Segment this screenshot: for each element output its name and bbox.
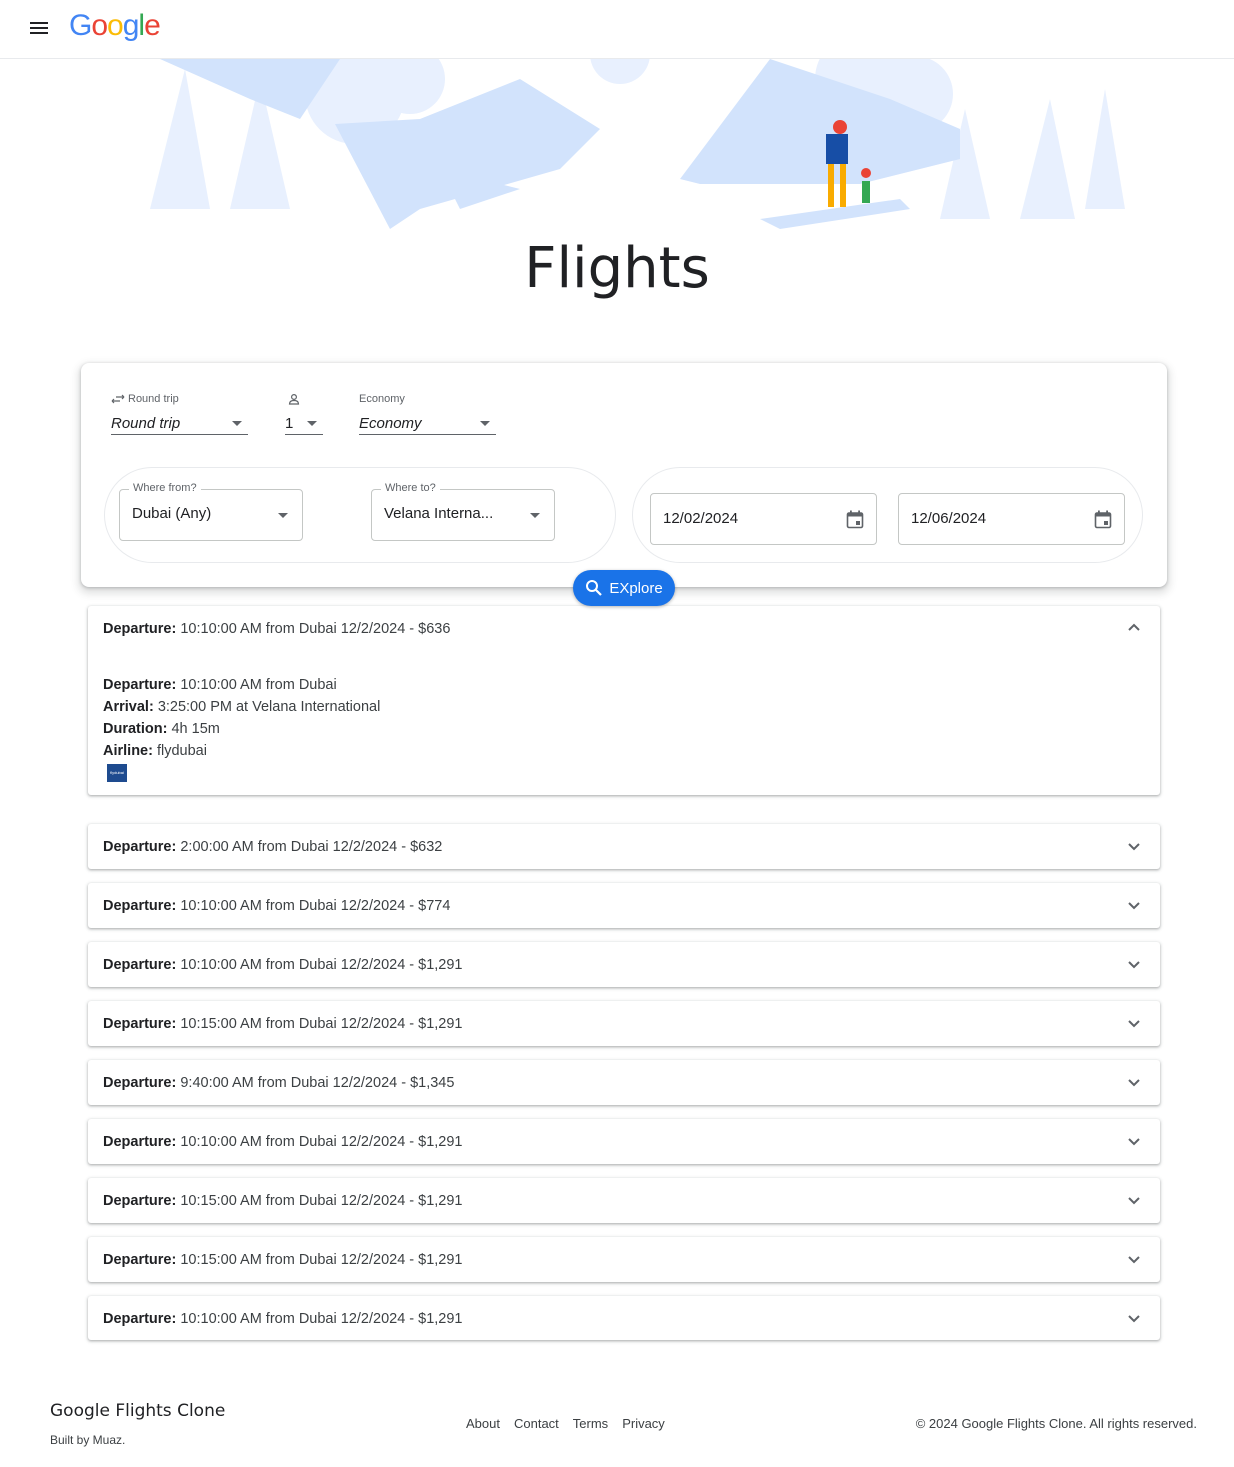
cabin-class-value: Economy: [359, 414, 422, 432]
flight-summary[interactable]: Departure: 10:10:00 AM from Dubai 12/2/2…: [103, 1119, 463, 1164]
chevron-down-icon[interactable]: [1128, 1018, 1140, 1028]
flight-summary[interactable]: Departure: 2:00:00 AM from Dubai 12/2/20…: [103, 824, 442, 869]
chevron-down-icon[interactable]: [1128, 900, 1140, 910]
footer-links: About Contact Terms Privacy: [466, 1416, 665, 1431]
detail-airline: Airline: flydubai: [103, 743, 207, 759]
page-title: Flights: [524, 236, 710, 301]
trip-type-value: Round trip: [111, 414, 181, 432]
flight-summary[interactable]: Departure: 10:15:00 AM from Dubai 12/2/2…: [103, 1178, 463, 1223]
search-icon: [586, 580, 603, 596]
flight-accordion[interactable]: Departure: 10:10:00 AM from Dubai 12/2/2…: [88, 883, 1160, 928]
depart-date-value: 12/02/2024: [663, 510, 739, 527]
flight-accordion[interactable]: Departure: 10:10:00 AM from Dubai 12/2/2…: [88, 942, 1160, 987]
cabin-class-select[interactable]: Economy Economy: [359, 392, 496, 435]
flight-accordion-expanded[interactable]: Departure: 10:10:00 AM from Dubai 12/2/2…: [88, 606, 1160, 795]
footer-link-privacy[interactable]: Privacy: [622, 1416, 665, 1431]
airline-logo: flydubai: [107, 764, 127, 782]
chevron-down-icon[interactable]: [1128, 959, 1140, 969]
flight-accordion[interactable]: Departure: 10:10:00 AM from Dubai 12/2/2…: [88, 1296, 1160, 1340]
chevron-down-icon[interactable]: [1128, 1136, 1140, 1146]
trip-type-label: Round trip: [128, 393, 179, 405]
where-to-field[interactable]: Where to? Velana Interna...: [371, 482, 555, 541]
caret-down-icon: [307, 420, 317, 426]
cabin-class-label: Economy: [359, 393, 405, 405]
footer-link-terms[interactable]: Terms: [573, 1416, 608, 1431]
footer-link-about[interactable]: About: [466, 1416, 500, 1431]
person-icon: [288, 393, 300, 405]
chevron-up-icon[interactable]: [1128, 623, 1140, 633]
search-card: Round trip Round trip 1 Economy Economy: [81, 363, 1167, 587]
flight-accordion[interactable]: Departure: 10:15:00 AM from Dubai 12/2/2…: [88, 1178, 1160, 1223]
hamburger-menu-icon[interactable]: [30, 20, 52, 38]
flight-summary[interactable]: Departure: 10:10:00 AM from Dubai 12/2/2…: [103, 883, 450, 928]
chevron-down-icon[interactable]: [1128, 1195, 1140, 1205]
calendar-icon[interactable]: [1094, 510, 1112, 529]
chevron-down-icon[interactable]: [1128, 1313, 1140, 1323]
chevron-down-icon[interactable]: [1128, 1077, 1140, 1087]
caret-down-icon: [530, 513, 540, 518]
caret-down-icon: [232, 420, 242, 426]
passengers-select[interactable]: 1: [285, 392, 323, 435]
flight-summary[interactable]: Departure: 10:10:00 AM from Dubai 12/2/2…: [103, 1296, 463, 1341]
flight-summary[interactable]: Departure: 10:15:00 AM from Dubai 12/2/2…: [103, 1001, 463, 1046]
footer-brand: Google Flights Clone: [50, 1401, 226, 1421]
detail-duration: Duration: 4h 15m: [103, 721, 220, 737]
footer-link-contact[interactable]: Contact: [514, 1416, 559, 1431]
caret-down-icon: [278, 513, 288, 518]
depart-date-field[interactable]: 12/02/2024: [650, 493, 877, 545]
footer-built-by: Built by Muaz.: [50, 1433, 126, 1447]
detail-arrival: Arrival: 3:25:00 PM at Velana Internatio…: [103, 699, 381, 715]
passengers-value: 1: [285, 414, 294, 432]
flight-summary[interactable]: Departure: 9:40:00 AM from Dubai 12/2/20…: [103, 1060, 454, 1105]
flight-summary[interactable]: Departure: 10:10:00 AM from Dubai 12/2/2…: [103, 606, 450, 651]
flight-accordion[interactable]: Departure: 10:10:00 AM from Dubai 12/2/2…: [88, 1119, 1160, 1164]
where-to-label: Where to?: [381, 482, 440, 494]
caret-down-icon: [480, 420, 490, 426]
chevron-down-icon[interactable]: [1128, 841, 1140, 851]
top-app-bar: Google: [0, 0, 1234, 59]
flight-summary[interactable]: Departure: 10:15:00 AM from Dubai 12/2/2…: [103, 1237, 463, 1282]
flight-accordion[interactable]: Departure: 10:15:00 AM from Dubai 12/2/2…: [88, 1001, 1160, 1046]
flight-details: Departure: 10:10:00 AM from Dubai Arriva…: [103, 674, 380, 782]
route-group: Where from? Dubai (Any) Where to? Velana…: [104, 467, 616, 563]
google-logo[interactable]: Google: [69, 9, 161, 43]
explore-button[interactable]: EXplore: [573, 570, 675, 606]
trip-type-select[interactable]: Round trip Round trip: [111, 392, 248, 435]
chevron-down-icon[interactable]: [1128, 1254, 1140, 1264]
explore-label: EXplore: [609, 579, 663, 597]
flight-accordion[interactable]: Departure: 9:40:00 AM from Dubai 12/2/20…: [88, 1060, 1160, 1105]
calendar-icon[interactable]: [846, 510, 864, 529]
flight-summary[interactable]: Departure: 10:10:00 AM from Dubai 12/2/2…: [103, 942, 463, 987]
where-to-value: Velana Interna...: [384, 505, 494, 522]
flight-accordion[interactable]: Departure: 2:00:00 AM from Dubai 12/2/20…: [88, 824, 1160, 869]
where-from-field[interactable]: Where from? Dubai (Any): [119, 482, 303, 541]
flight-accordion[interactable]: Departure: 10:15:00 AM from Dubai 12/2/2…: [88, 1237, 1160, 1282]
where-from-value: Dubai (Any): [132, 505, 212, 522]
swap-arrows-icon: [111, 394, 125, 404]
return-date-value: 12/06/2024: [911, 510, 987, 527]
detail-departure: Departure: 10:10:00 AM from Dubai: [103, 677, 337, 693]
footer-copyright: © 2024 Google Flights Clone. All rights …: [915, 1416, 1197, 1431]
hero-illustration: [0, 59, 1234, 239]
dates-group: 12/02/2024 12/06/2024: [632, 467, 1143, 563]
return-date-field[interactable]: 12/06/2024: [898, 493, 1125, 545]
where-from-label: Where from?: [129, 482, 201, 494]
